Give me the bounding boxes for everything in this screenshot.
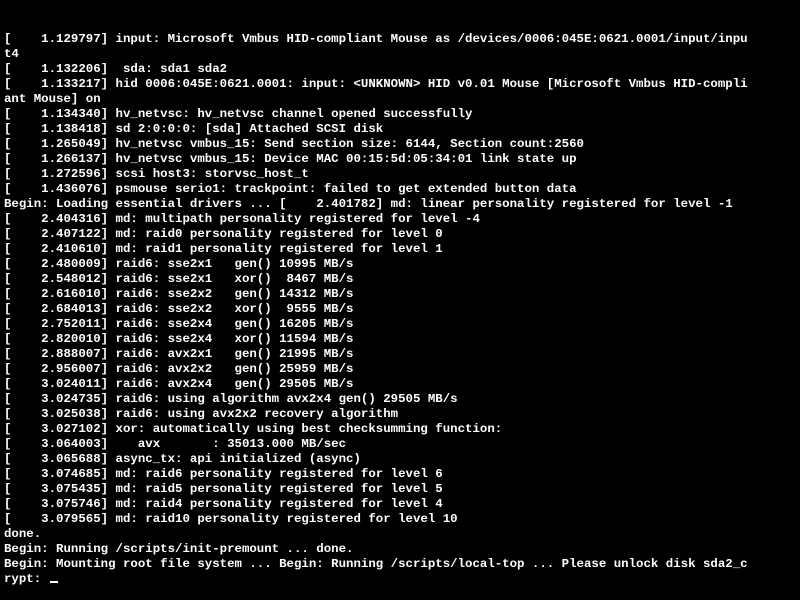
log-line: [ 3.064003] avx : 35013.000 MB/sec — [4, 437, 796, 452]
log-line: [ 2.956007] raid6: avx2x2 gen() 25959 MB… — [4, 362, 796, 377]
log-line: Begin: Loading essential drivers ... [ 2… — [4, 197, 796, 212]
log-line: [ 3.079565] md: raid10 personality regis… — [4, 512, 796, 527]
log-line: t4 — [4, 47, 796, 62]
log-line: [ 1.265049] hv_netvsc vmbus_15: Send sec… — [4, 137, 796, 152]
log-line: [ 2.684013] raid6: sse2x2 xor() 9555 MB/… — [4, 302, 796, 317]
log-line: [ 2.480009] raid6: sse2x1 gen() 10995 MB… — [4, 257, 796, 272]
log-line: done. — [4, 527, 796, 542]
log-line: [ 1.134340] hv_netvsc: hv_netvsc channel… — [4, 107, 796, 122]
kernel-log: [ 1.129797] input: Microsoft Vmbus HID-c… — [4, 32, 796, 572]
log-line: [ 1.272596] scsi host3: storvsc_host_t — [4, 167, 796, 182]
log-line: [ 2.616010] raid6: sse2x2 gen() 14312 MB… — [4, 287, 796, 302]
log-line: [ 3.024735] raid6: using algorithm avx2x… — [4, 392, 796, 407]
log-line: [ 2.404316] md: multipath personality re… — [4, 212, 796, 227]
log-line: [ 3.075746] md: raid4 personality regist… — [4, 497, 796, 512]
log-line: [ 3.074685] md: raid6 personality regist… — [4, 467, 796, 482]
log-line: [ 1.132206] sda: sda1 sda2 — [4, 62, 796, 77]
log-line: [ 1.129797] input: Microsoft Vmbus HID-c… — [4, 32, 796, 47]
prompt-text: rypt: — [4, 572, 49, 586]
log-line: [ 1.266137] hv_netvsc vmbus_15: Device M… — [4, 152, 796, 167]
log-line: [ 2.410610] md: raid1 personality regist… — [4, 242, 796, 257]
log-line: ant Mouse] on — [4, 92, 796, 107]
unlock-prompt-line[interactable]: rypt: — [4, 572, 796, 587]
boot-console: [ 1.129797] input: Microsoft Vmbus HID-c… — [0, 0, 800, 600]
text-cursor — [50, 581, 58, 583]
log-line: [ 2.888007] raid6: avx2x1 gen() 21995 MB… — [4, 347, 796, 362]
log-line: [ 2.752011] raid6: sse2x4 gen() 16205 MB… — [4, 317, 796, 332]
log-line: [ 3.025038] raid6: using avx2x2 recovery… — [4, 407, 796, 422]
log-line: [ 3.065688] async_tx: api initialized (a… — [4, 452, 796, 467]
log-line: [ 1.133217] hid 0006:045E:0621.0001: inp… — [4, 77, 796, 92]
log-line: [ 2.820010] raid6: sse2x4 xor() 11594 MB… — [4, 332, 796, 347]
log-line: [ 3.024011] raid6: avx2x4 gen() 29505 MB… — [4, 377, 796, 392]
log-line: [ 2.548012] raid6: sse2x1 xor() 8467 MB/… — [4, 272, 796, 287]
log-line: [ 3.027102] xor: automatically using bes… — [4, 422, 796, 437]
log-line: Begin: Mounting root file system ... Beg… — [4, 557, 796, 572]
log-line: [ 1.138418] sd 2:0:0:0: [sda] Attached S… — [4, 122, 796, 137]
log-line: Begin: Running /scripts/init-premount ..… — [4, 542, 796, 557]
log-line: [ 3.075435] md: raid5 personality regist… — [4, 482, 796, 497]
log-line: [ 1.436076] psmouse serio1: trackpoint: … — [4, 182, 796, 197]
log-line: [ 2.407122] md: raid0 personality regist… — [4, 227, 796, 242]
